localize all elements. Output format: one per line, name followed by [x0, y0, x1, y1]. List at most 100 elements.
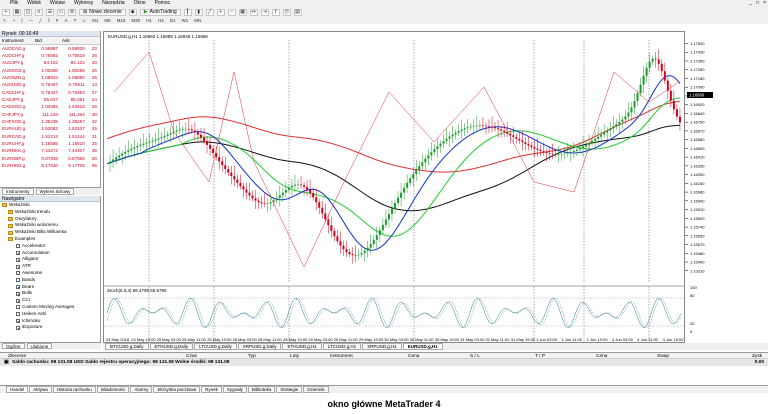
- menu-item-2[interactable]: Wstaw: [50, 0, 65, 7]
- terminal-tab[interactable]: Strategie: [276, 386, 303, 393]
- column-header[interactable]: Instrument: [0, 37, 34, 45]
- navigator-item[interactable]: Heiken Ashi: [2, 311, 100, 318]
- autoscroll-icon[interactable]: ↦: [249, 8, 258, 16]
- navigator-item[interactable]: Bulls: [2, 290, 100, 297]
- navigator-item[interactable]: Oscylatory: [2, 216, 100, 223]
- close-icon[interactable]: ×: [763, 0, 766, 6]
- tester-icon[interactable]: ⚙: [68, 8, 76, 16]
- navigator-tab[interactable]: Ogólne: [2, 343, 25, 349]
- zoom-out-icon[interactable]: −: [227, 8, 236, 16]
- price-chart[interactable]: EURUSD.g,H1 1.16960 1.16988 1.16946 1.16…: [104, 32, 686, 346]
- navigator-item[interactable]: Custom Moving Averages: [2, 304, 100, 311]
- terminal-tab[interactable]: Handel: [6, 386, 29, 393]
- market-watch-tab[interactable]: Instrumenty: [2, 188, 34, 195]
- templates-icon[interactable]: ▤: [293, 8, 302, 16]
- terminal-tab[interactable]: Rynek: [201, 386, 222, 393]
- cursor-icon[interactable]: ↖: [2, 18, 8, 24]
- market-watch-row[interactable]: AUDSGD.g 1.00260 1.00285 25: [0, 67, 100, 74]
- chart-tab[interactable]: ETHUSD.g,H1: [282, 343, 322, 350]
- timeframe-h1[interactable]: H1: [145, 18, 153, 23]
- column-header[interactable]: Bid: [33, 37, 60, 45]
- navigator-item[interactable]: Bands: [2, 277, 100, 284]
- terminal-tab[interactable]: Skrzynka pocztowa: [153, 386, 201, 393]
- market-watch-row[interactable]: AUDJPY.g 84.102 84.122 20: [0, 59, 100, 66]
- navigator-tab[interactable]: Ulubione: [26, 343, 53, 349]
- timeframe-m30[interactable]: M30: [130, 18, 141, 23]
- timeframe-mn[interactable]: MN: [193, 18, 202, 23]
- market-watch-row[interactable]: EURDKK.g 7.44272 7.44307 35: [0, 147, 100, 154]
- menu-item-1[interactable]: Widok: [27, 0, 41, 7]
- crosshair-icon[interactable]: +: [12, 18, 17, 23]
- zoom-in-icon[interactable]: +: [216, 8, 225, 16]
- chart-window[interactable]: EURUSD.g,H1 1.16960 1.16988 1.16946 1.16…: [103, 31, 686, 346]
- market-watch-row[interactable]: CHFJPY.g 111.234 111.264 30: [0, 111, 100, 118]
- chart-tab[interactable]: BTCUSD.g,Daily: [105, 343, 149, 350]
- menu-item-0[interactable]: Plik: [10, 0, 18, 7]
- terminal-tab[interactable]: Wiadomości: [96, 386, 130, 393]
- navigator-item[interactable]: Wskaźniki: [2, 202, 100, 209]
- new-chart-icon[interactable]: +: [2, 8, 10, 16]
- chart-shift-icon[interactable]: ⇥: [260, 8, 269, 16]
- navigator-item[interactable]: Awesome: [2, 270, 100, 277]
- market-watch-row[interactable]: EURHKD.g 9.17640 9.17705 65: [0, 162, 100, 169]
- chart-tab[interactable]: LTCUSD.g,H1: [322, 343, 362, 350]
- terminal-icon[interactable]: ▭: [57, 8, 65, 16]
- navigator-item[interactable]: Accelerator: [2, 243, 100, 250]
- column-header[interactable]: [86, 37, 100, 45]
- navigator-item[interactable]: ATR: [2, 263, 100, 270]
- navigator-item[interactable]: iExposure: [2, 324, 100, 331]
- bar-chart-icon[interactable]: ┃: [183, 8, 192, 16]
- market-watch-row[interactable]: EURAUD.g 1.52082 1.52107 25: [0, 125, 100, 132]
- timeframe-m15[interactable]: M15: [116, 18, 127, 23]
- vertical-line-icon[interactable]: |: [20, 18, 23, 23]
- navigator-item[interactable]: Wskaźniki wolumenu: [2, 222, 100, 229]
- market-watch-row[interactable]: EURCHF.g 1.15585 1.15610 25: [0, 140, 100, 147]
- market-watch-row[interactable]: AUDCAD.g 0.98897 0.98920 23: [0, 44, 100, 52]
- chart-tab[interactable]: XRPUSD.g,H1: [362, 343, 402, 350]
- trendline-icon[interactable]: ╱: [38, 18, 43, 24]
- data-window-icon[interactable]: ≡: [35, 8, 43, 16]
- market-watch-icon[interactable]: ◫: [24, 8, 32, 16]
- menu-item-4[interactable]: Narzędzia: [102, 0, 125, 7]
- market-watch-row[interactable]: AUDUSD.g 0.76497 0.76511 14: [0, 81, 100, 88]
- label-icon[interactable]: T: [73, 18, 78, 23]
- horizontal-line-icon[interactable]: —: [28, 18, 35, 23]
- market-watch-row[interactable]: CADSGD.g 1.03392 1.03418 26: [0, 103, 100, 110]
- line-chart-icon[interactable]: ╱: [205, 8, 214, 16]
- terminal-tab[interactable]: Dziennik: [303, 386, 329, 393]
- candles-icon[interactable]: ▮: [194, 8, 203, 16]
- fibonacci-icon[interactable]: F: [55, 18, 60, 23]
- market-watch-row[interactable]: AUDNZD.g 1.08834 1.08860 26: [0, 74, 100, 81]
- metaeditor-icon[interactable]: ◆: [128, 8, 137, 16]
- terminal-tab[interactable]: Aktywa: [29, 386, 52, 393]
- menu-item-5[interactable]: Okno: [134, 0, 146, 7]
- navigator-item[interactable]: CCI: [2, 297, 100, 304]
- navigator-item[interactable]: Examples: [2, 236, 100, 243]
- timeframe-m1[interactable]: M1: [91, 18, 99, 23]
- periods-icon[interactable]: ◷: [282, 8, 291, 16]
- market-watch-row[interactable]: CADCHF.g 0.76427 0.76454 27: [0, 89, 100, 96]
- autotrading-button[interactable]: ▶ AutoTrading: [139, 8, 181, 16]
- timeframe-m5[interactable]: M5: [103, 18, 111, 23]
- column-header[interactable]: Ask: [59, 37, 87, 45]
- navigator-item[interactable]: Ichimoku: [2, 318, 100, 325]
- menu-item-3[interactable]: Wykresy: [74, 0, 93, 7]
- tile-windows-icon[interactable]: ▦: [238, 8, 247, 16]
- market-watch-row[interactable]: EURGBP.g 0.87846 0.87866 20: [0, 155, 100, 162]
- terminal-tab[interactable]: Alarmy: [130, 386, 153, 393]
- navigator-item[interactable]: Alligator: [2, 256, 100, 263]
- navigator-item[interactable]: Bears: [2, 284, 100, 291]
- navigator-icon[interactable]: ☰: [46, 8, 54, 16]
- chart-tab[interactable]: EURUSD.g,H1: [402, 343, 443, 350]
- market-watch-row[interactable]: CHFSGD.g 1.35235 1.35287 32: [0, 118, 100, 125]
- minimize-icon[interactable]: _: [749, 0, 752, 6]
- navigator-item[interactable]: Wskaźniki Billa Williamsa: [2, 229, 100, 236]
- indicators-icon[interactable]: f: [271, 8, 280, 16]
- terminal-tab[interactable]: Sygnały: [222, 386, 247, 393]
- arrows-icon[interactable]: ➶: [81, 18, 87, 24]
- timeframe-w1[interactable]: W1: [180, 18, 189, 23]
- navigator-item[interactable]: Wskaźniki trendu: [2, 209, 100, 216]
- chart-tab[interactable]: LTCUSD.g,Daily: [194, 343, 237, 350]
- menu-item-6[interactable]: Pomoc: [155, 0, 171, 7]
- navigator-item[interactable]: Accumulation: [2, 250, 100, 257]
